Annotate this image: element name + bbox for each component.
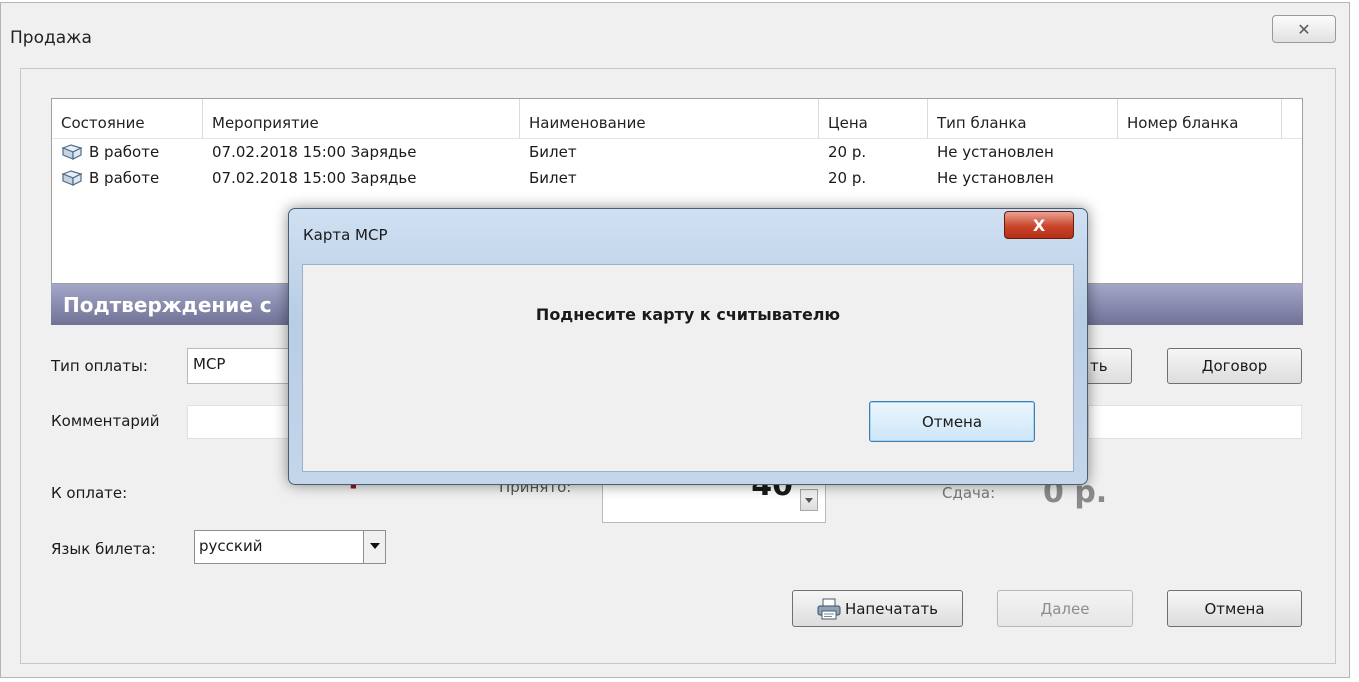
payment-type-value: МСР <box>193 355 226 373</box>
row-event: 07.02.2018 15:00 Зарядье <box>212 169 417 187</box>
ticket-language-select[interactable]: русский <box>194 530 386 564</box>
book-icon <box>61 144 83 160</box>
window-title: Продажа <box>10 28 92 48</box>
printer-icon <box>817 598 841 619</box>
partial-action-label: ть <box>1090 357 1108 375</box>
row-event: 07.02.2018 15:00 Зарядье <box>212 143 417 161</box>
next-button[interactable]: Далее <box>997 590 1133 627</box>
row-name: Билет <box>529 169 577 187</box>
row-price: 20 р. <box>828 169 867 187</box>
print-button-label: Напечатать <box>844 599 939 618</box>
cancel-button[interactable]: Отмена <box>1167 590 1302 627</box>
card-dialog-close-button[interactable]: X <box>1004 211 1074 239</box>
change-label: Сдача: <box>942 484 996 502</box>
close-icon: X <box>1032 215 1046 235</box>
next-button-label: Далее <box>1040 599 1090 618</box>
print-button[interactable]: Напечатать <box>792 590 963 627</box>
card-dialog-cancel-button[interactable]: Отмена <box>869 401 1035 442</box>
payment-type-field[interactable]: МСР <box>187 348 297 384</box>
row-blank-number <box>1118 139 1127 165</box>
ticket-language-label: Язык билета: <box>51 540 156 558</box>
row-blank-type: Не установлен <box>937 169 1054 187</box>
close-icon: ✕ <box>1297 19 1311 39</box>
accepted-label: Принято: <box>499 484 572 496</box>
card-dialog-cancel-label: Отмена <box>921 412 983 431</box>
partial-action-button[interactable]: ть <box>1088 348 1132 384</box>
table-header: Состояние Мероприятие Наименование Цена … <box>52 99 1302 139</box>
cancel-button-label: Отмена <box>1204 599 1265 618</box>
column-price[interactable]: Цена <box>819 99 928 139</box>
contract-button-label: Договор <box>1201 357 1268 375</box>
card-dialog: Карта МСР X Поднесите карту к считывател… <box>288 208 1088 485</box>
contract-button[interactable]: Договор <box>1167 348 1302 384</box>
to-pay-label: К оплате: <box>51 484 128 502</box>
card-dialog-title: Карта МСР <box>303 226 388 244</box>
comment-field-right[interactable] <box>1088 405 1302 439</box>
row-status: В работе <box>89 143 160 161</box>
card-dialog-message: Поднесите карту к считывателю <box>535 305 841 324</box>
book-icon <box>61 170 83 186</box>
row-blank-number <box>1118 165 1127 191</box>
ticket-language-value: русский <box>199 537 263 555</box>
row-price: 20 р. <box>828 143 867 161</box>
row-blank-type: Не установлен <box>937 143 1054 161</box>
row-status: В работе <box>89 169 160 187</box>
table-row[interactable]: В работе 07.02.2018 15:00 Зарядье Билет … <box>52 139 1302 165</box>
accepted-field[interactable]: 40 <box>602 485 826 523</box>
row-name: Билет <box>529 143 577 161</box>
accepted-spin-button[interactable] <box>800 489 818 511</box>
card-dialog-body: Поднесите карту к считывателю Отмена <box>302 264 1074 472</box>
column-blank-type[interactable]: Тип бланка <box>928 99 1118 139</box>
column-event[interactable]: Мероприятие <box>203 99 520 139</box>
payment-type-label: Тип оплаты: <box>51 357 148 375</box>
comment-label: Комментарий <box>51 412 160 430</box>
column-blank-number[interactable]: Номер бланка <box>1118 99 1282 139</box>
accepted-value: 40 <box>751 485 793 499</box>
chevron-down-icon[interactable] <box>363 531 385 563</box>
column-status[interactable]: Состояние <box>52 99 203 139</box>
table-row[interactable]: В работе 07.02.2018 15:00 Зарядье Билет … <box>52 165 1302 191</box>
column-name[interactable]: Наименование <box>520 99 819 139</box>
window-close-button[interactable]: ✕ <box>1272 15 1336 43</box>
comment-field-left[interactable] <box>187 405 297 439</box>
